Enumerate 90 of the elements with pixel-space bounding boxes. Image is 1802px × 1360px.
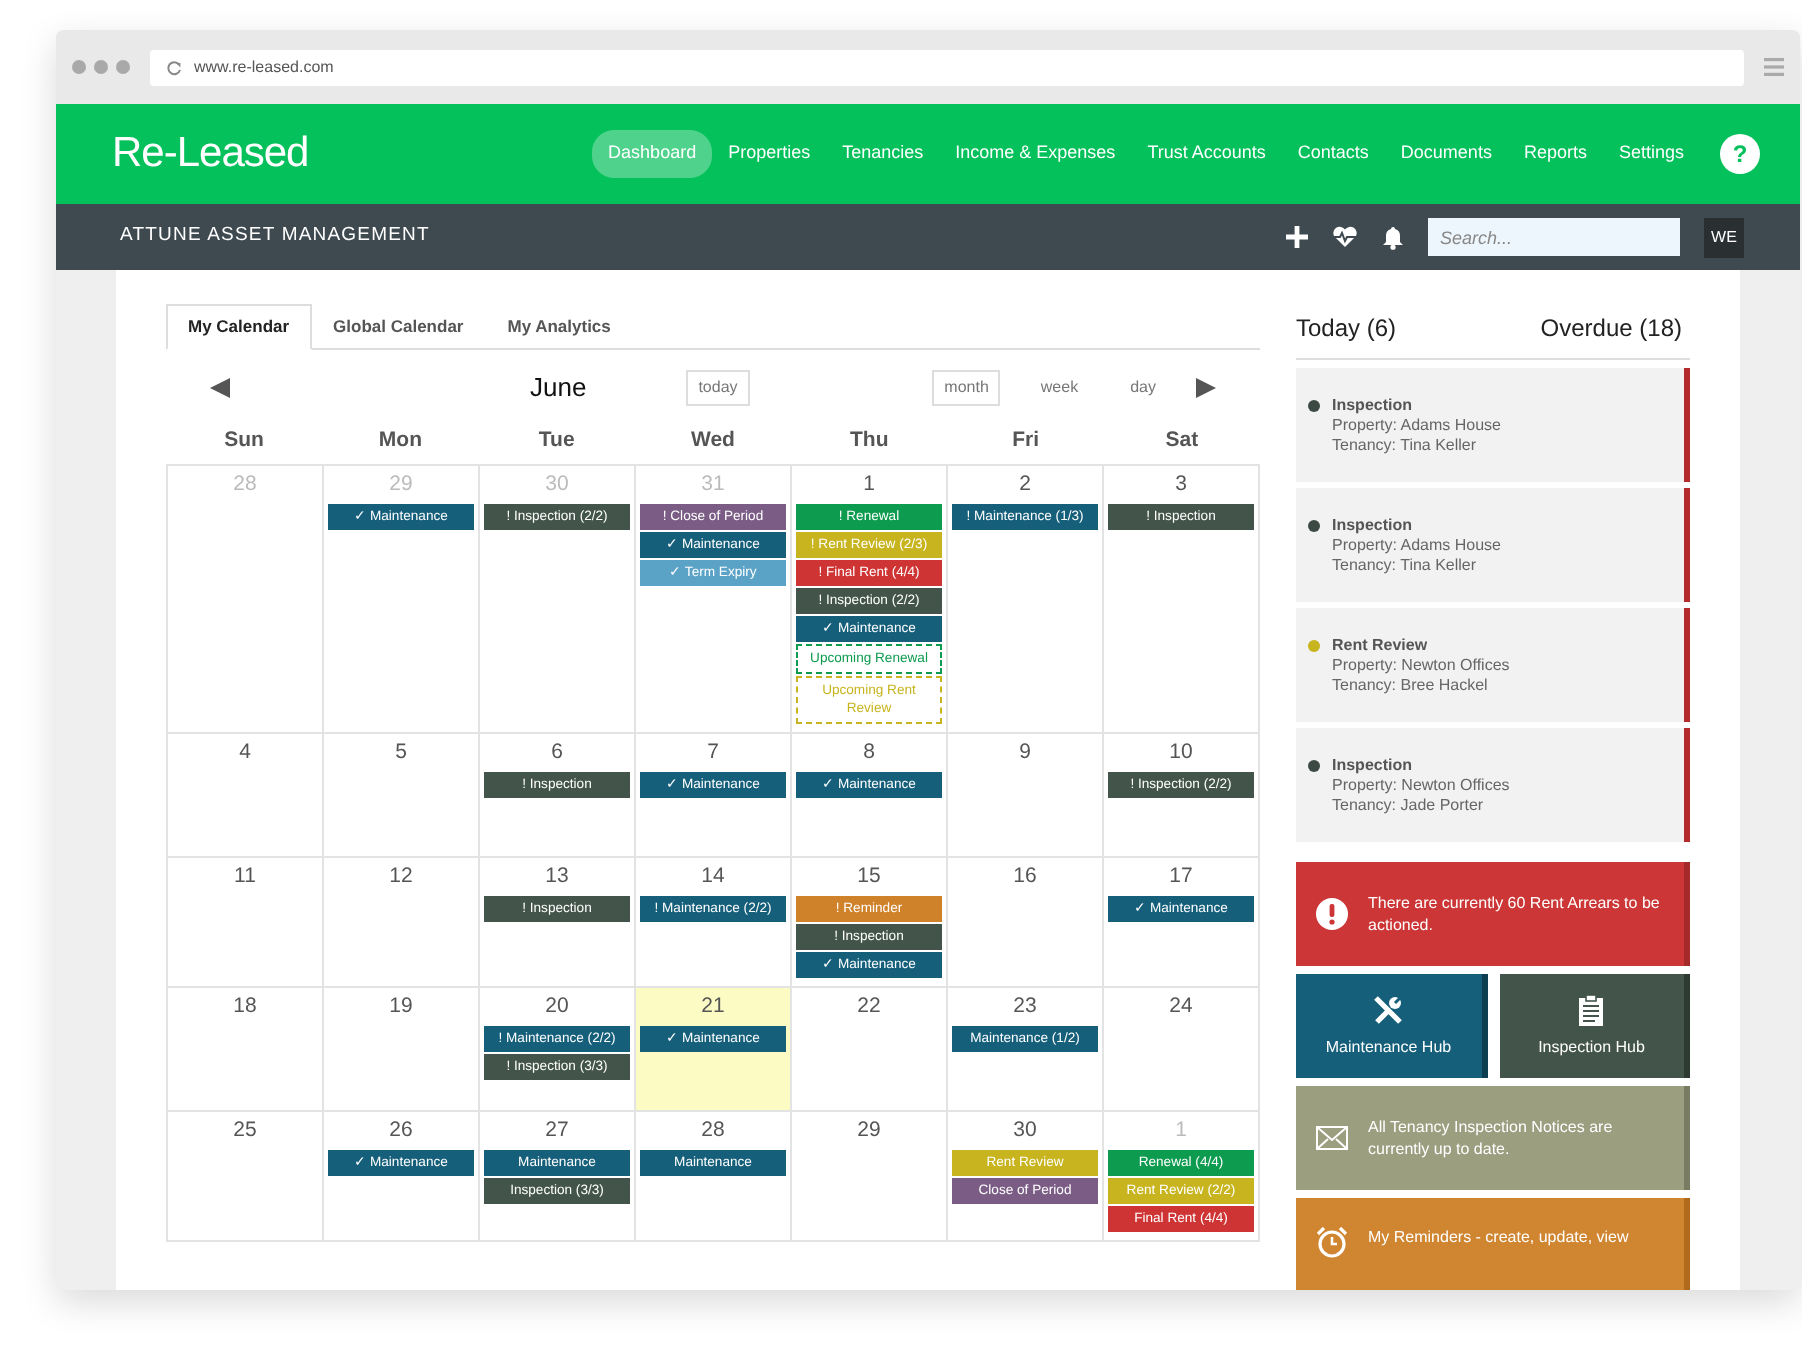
day-number: 26 <box>387 1115 415 1146</box>
day-number: 1 <box>861 469 877 500</box>
bell-icon[interactable] <box>1382 225 1404 249</box>
panel-tab[interactable]: Overdue (18) <box>1540 310 1682 346</box>
calendar-tab[interactable]: My Analytics <box>485 304 633 350</box>
day-number: 18 <box>231 991 259 1022</box>
day-number: 1 <box>1173 1115 1189 1146</box>
day-number: 3 <box>1173 469 1189 500</box>
day-number: 7 <box>705 737 721 768</box>
task-property: Property: Adams House <box>1332 536 1501 556</box>
tools-icon <box>1372 993 1405 1025</box>
day-number: 9 <box>1017 737 1033 768</box>
day-number: 13 <box>543 861 571 892</box>
day-number: 17 <box>1167 861 1195 892</box>
task-title: Inspection <box>1332 396 1415 416</box>
day-number: 21 <box>699 991 727 1022</box>
day-number: 29 <box>387 469 415 500</box>
search-field[interactable]: Search... <box>1428 218 1680 256</box>
day-number: 29 <box>855 1115 883 1146</box>
day-number: 2 <box>1017 469 1033 500</box>
calendar-tab[interactable]: Global Calendar <box>311 304 486 350</box>
weekday-header: Fri <box>1010 426 1041 456</box>
task-card[interactable]: Inspection Property: Newton Offices Tenancy: Jade Porter <box>1296 728 1690 842</box>
reload-icon <box>166 59 182 75</box>
alarm-clock-icon <box>1316 1226 1348 1258</box>
day-number: 31 <box>699 469 727 500</box>
organization-name: ATTUNE ASSET MANAGEMENT <box>120 222 430 251</box>
alert-text: There are currently 60 Rent Arrears to be actioned. <box>1368 892 1662 936</box>
task-tenancy: Tenancy: Tina Keller <box>1332 436 1479 456</box>
arrears-alert[interactable]: There are currently 60 Rent Arrears to be actioned. <box>1296 862 1690 966</box>
weekday-header: Wed <box>689 426 737 456</box>
task-card[interactable]: Rent Review Property: Newton Offices Tenancy: Bree Hackel <box>1296 608 1690 722</box>
task-card[interactable]: Inspection Property: Adams House Tenancy: Tina Keller <box>1296 368 1690 482</box>
day-number: 19 <box>387 991 415 1022</box>
task-tenancy: Tenancy: Tina Keller <box>1332 556 1479 576</box>
view-button[interactable]: month <box>932 370 1001 406</box>
day-number: 10 <box>1167 737 1195 768</box>
day-number: 30 <box>1011 1115 1039 1146</box>
day-number: 11 <box>232 861 258 892</box>
view-button[interactable]: day <box>1118 370 1168 406</box>
task-title: Inspection <box>1332 756 1415 776</box>
day-number: 5 <box>393 737 409 768</box>
day-number: 25 <box>231 1115 259 1146</box>
exclamation-icon <box>1316 898 1348 930</box>
task-tenancy: Tenancy: Jade Porter <box>1332 796 1486 816</box>
hub-button[interactable]: Maintenance Hub <box>1296 974 1487 1078</box>
previous-arrow-icon[interactable] <box>210 378 230 398</box>
panel-tab[interactable]: Today (6) <box>1296 310 1397 346</box>
day-number: 27 <box>543 1115 571 1146</box>
envelope-icon <box>1316 1126 1348 1150</box>
day-number: 14 <box>699 861 727 892</box>
day-number: 15 <box>855 861 883 892</box>
month-title: June <box>530 370 587 407</box>
today-button[interactable]: today <box>686 370 750 406</box>
heartbeat-icon[interactable] <box>1332 226 1358 248</box>
weekday-header: Tue <box>536 426 577 456</box>
day-number: 22 <box>855 991 883 1022</box>
task-property: Property: Newton Offices <box>1332 656 1510 676</box>
reminders-text: My Reminders - create, update, view <box>1368 1226 1629 1248</box>
day-number: 20 <box>543 991 571 1022</box>
calendar-tab[interactable]: My Calendar <box>166 304 312 350</box>
plus-icon[interactable] <box>1286 226 1308 248</box>
user-avatar[interactable]: WE <box>1704 217 1744 257</box>
notice-text: All Tenancy Inspection Notices are currently up to date. <box>1368 1116 1615 1160</box>
day-number: 23 <box>1011 991 1039 1022</box>
day-number: 8 <box>861 737 877 768</box>
task-tenancy: Tenancy: Bree Hackel <box>1332 676 1490 696</box>
weekday-header: Thu <box>848 426 891 456</box>
weekday-header: Mon <box>376 426 424 456</box>
day-number: 28 <box>231 469 259 500</box>
task-title: Inspection <box>1332 516 1415 536</box>
day-number: 30 <box>543 469 571 500</box>
task-property: Property: Adams House <box>1332 416 1501 436</box>
weekday-header: Sun <box>222 426 266 456</box>
day-number: 6 <box>549 737 565 768</box>
view-button[interactable]: week <box>1028 370 1091 406</box>
day-number: 28 <box>699 1115 727 1146</box>
weekday-header: Sat <box>1163 426 1201 456</box>
day-number: 4 <box>237 737 253 768</box>
clipboard-icon <box>1578 993 1605 1025</box>
day-number: 16 <box>1011 861 1039 892</box>
task-card[interactable]: Inspection Property: Adams House Tenancy: Tina Keller <box>1296 488 1690 602</box>
hub-button[interactable]: Inspection Hub <box>1499 974 1690 1078</box>
task-property: Property: Newton Offices <box>1332 776 1510 796</box>
day-number: 24 <box>1167 991 1195 1022</box>
window-controls-icon <box>72 60 130 74</box>
next-arrow-icon[interactable] <box>1196 378 1216 398</box>
address-bar[interactable]: www.re-leased.com <box>150 49 1744 85</box>
day-number: 12 <box>387 861 415 892</box>
task-title: Rent Review <box>1332 636 1430 656</box>
